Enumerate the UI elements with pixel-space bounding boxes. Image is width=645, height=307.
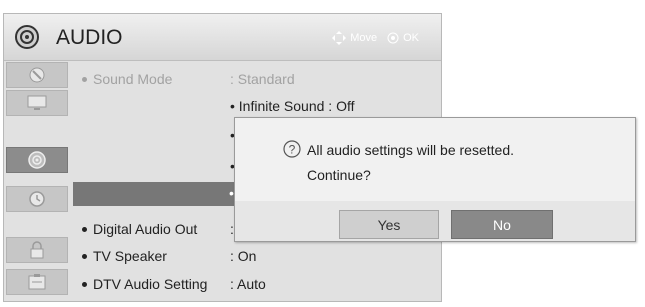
bullet-icon bbox=[82, 253, 87, 259]
page-title: AUDIO bbox=[56, 26, 123, 49]
monitor-icon bbox=[27, 95, 47, 110]
lock-icon bbox=[30, 241, 44, 259]
menu-sub-item-infinite-sound[interactable]: • Infinite Sound : Off bbox=[74, 93, 437, 119]
menu-item-dtv-audio-setting[interactable]: DTV Audio Setting : Auto bbox=[74, 271, 437, 297]
hint-move-label: Move bbox=[350, 32, 378, 44]
menu-header: AUDIO Move OK bbox=[4, 14, 441, 61]
speaker-icon bbox=[28, 151, 46, 169]
no-button[interactable]: No bbox=[451, 210, 553, 239]
dialog-message: All audio settings will be resetted. Con… bbox=[307, 138, 514, 188]
yes-button[interactable]: Yes bbox=[339, 210, 439, 239]
navigation-hint: Move OK bbox=[332, 31, 423, 45]
dtv-audio-setting-value: : Auto bbox=[230, 276, 266, 292]
dialog-message-line2: Continue? bbox=[307, 167, 371, 183]
dtv-audio-setting-label: DTV Audio Setting bbox=[93, 276, 208, 292]
sidebar-item-audio[interactable] bbox=[6, 147, 68, 173]
hint-ok-label: OK bbox=[403, 32, 419, 44]
sidebar-item-channel[interactable] bbox=[6, 62, 68, 88]
tv-speaker-label: TV Speaker bbox=[93, 248, 167, 264]
move-arrows-icon bbox=[332, 31, 347, 45]
bullet-icon bbox=[82, 76, 87, 82]
selection-highlight[interactable] bbox=[73, 182, 244, 206]
digital-audio-out-label: Digital Audio Out bbox=[93, 221, 198, 237]
reset-confirm-dialog: ? All audio settings will be resetted. C… bbox=[234, 117, 636, 242]
sub-item-label: • Infinite Sound : Off bbox=[230, 98, 355, 114]
speaker-icon bbox=[15, 25, 39, 49]
question-icon: ? bbox=[283, 140, 301, 158]
sidebar-item-picture[interactable] bbox=[6, 90, 68, 116]
sound-mode-value: : Standard bbox=[230, 71, 295, 87]
clock-icon bbox=[29, 191, 45, 207]
tv-speaker-value: : On bbox=[230, 248, 257, 264]
dialog-message-line1: All audio settings will be resetted. bbox=[307, 142, 514, 158]
sidebar-item-time[interactable] bbox=[6, 186, 68, 212]
satellite-icon bbox=[29, 67, 45, 83]
bullet-icon bbox=[82, 281, 87, 287]
sidebar-item-option[interactable] bbox=[6, 269, 68, 295]
ok-icon bbox=[387, 32, 399, 44]
menu-item-sound-mode[interactable]: Sound Mode : Standard bbox=[74, 66, 437, 92]
svg-text:?: ? bbox=[289, 143, 296, 157]
dialog-body: ? All audio settings will be resetted. C… bbox=[235, 118, 635, 201]
bullet-icon bbox=[82, 226, 87, 232]
category-sidebar bbox=[4, 60, 70, 301]
sound-mode-label: Sound Mode bbox=[93, 71, 173, 87]
menu-item-tv-speaker[interactable]: TV Speaker : On bbox=[74, 243, 437, 269]
settings-box-icon bbox=[28, 274, 46, 290]
sidebar-item-lock[interactable] bbox=[6, 237, 68, 263]
